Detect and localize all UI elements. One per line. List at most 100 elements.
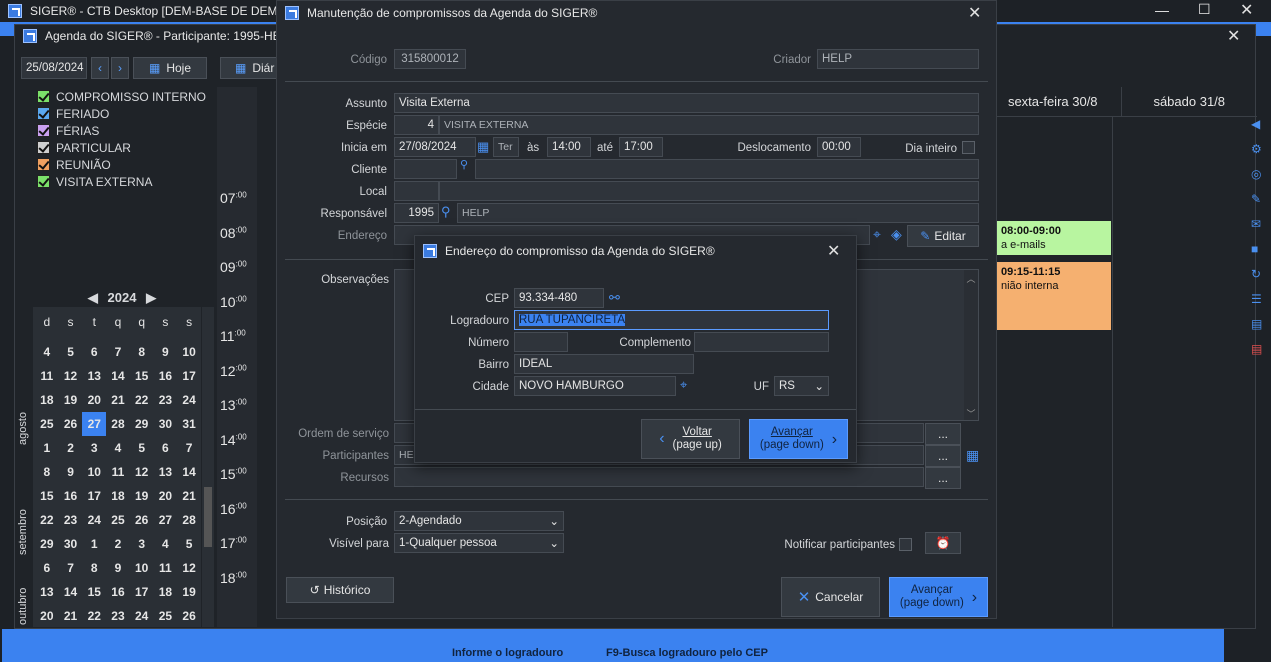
calendar-day[interactable]: 29 — [130, 412, 154, 436]
cidade-map-pin-icon[interactable]: ⌖ — [680, 377, 687, 393]
editar-button[interactable]: ✎ Editar — [907, 225, 979, 247]
calendar-day[interactable]: 11 — [154, 556, 178, 580]
day-header-saturday[interactable]: sábado 31/8 — [1122, 87, 1258, 116]
calendar-day[interactable]: 7 — [106, 340, 130, 364]
start-time-input[interactable]: 14:00 — [547, 137, 591, 157]
calendar-day[interactable]: 19 — [59, 388, 83, 412]
calendar-day[interactable]: 30 — [154, 412, 178, 436]
calendar-day[interactable]: 7 — [177, 436, 201, 460]
calendar-day[interactable]: 27 — [82, 412, 107, 436]
directions-icon[interactable]: ◈ — [891, 226, 902, 243]
calendar-day[interactable]: 3 — [130, 532, 154, 556]
calendar-day[interactable]: 8 — [82, 556, 106, 580]
agenda-date-input[interactable]: 25/08/2024 — [21, 57, 87, 79]
calendar-day[interactable]: 17 — [130, 580, 154, 604]
calendar-day[interactable]: 21 — [177, 484, 201, 508]
mini-calendar[interactable]: d s t q q s s 4 5 6 7 8 9 10 11 12 13 14 15 16 17 18 19 20 21 22 2… — [33, 307, 201, 627]
calendar-day[interactable]: 25 — [154, 604, 178, 627]
checkbox-icon[interactable] — [37, 141, 50, 154]
calendar-day[interactable]: 20 — [82, 388, 106, 412]
calendar-day[interactable]: 13 — [35, 580, 59, 604]
calendar-day[interactable]: 13 — [154, 460, 178, 484]
calendar-day[interactable]: 8 — [35, 460, 59, 484]
calendar-day[interactable]: 24 — [177, 388, 201, 412]
calendar-day[interactable]: 9 — [154, 340, 178, 364]
side-icon-6[interactable]: ■ — [1251, 237, 1265, 262]
calendar-day[interactable]: 2 — [106, 532, 130, 556]
category-item[interactable]: VISITA EXTERNA — [37, 174, 206, 191]
calendar-day[interactable]: 23 — [106, 604, 130, 627]
checkbox-icon[interactable] — [37, 175, 50, 188]
recursos-field[interactable] — [394, 467, 924, 487]
cliente-search-icon[interactable]: ⚲ — [460, 158, 468, 171]
calendar-day[interactable]: 14 — [59, 580, 83, 604]
calendar-day[interactable]: 14 — [106, 364, 130, 388]
voltar-button[interactable]: ‹ Voltar (page up) — [641, 419, 740, 459]
local-code-input[interactable] — [394, 181, 439, 201]
calendar-day[interactable]: 4 — [106, 436, 130, 460]
agenda-close-icon[interactable]: ✕ — [1227, 26, 1240, 46]
deslocamento-input[interactable]: 00:00 — [817, 137, 861, 157]
assunto-input[interactable]: Visita Externa — [394, 93, 979, 113]
calendar-day[interactable]: 5 — [59, 340, 83, 364]
calendar-day[interactable]: 12 — [59, 364, 83, 388]
calendar-day[interactable]: 18 — [154, 580, 178, 604]
category-item[interactable]: REUNIÃO — [37, 157, 206, 174]
side-icon-4[interactable]: ✎ — [1251, 187, 1265, 212]
posicao-select[interactable]: 2-Agendado ⌄ — [394, 511, 564, 531]
event-meeting[interactable]: 09:15-11:15 nião interna — [997, 262, 1111, 330]
calendar-day[interactable]: 22 — [35, 508, 59, 532]
calendar-day[interactable]: 20 — [35, 604, 59, 627]
calendar-day[interactable]: 25 — [35, 412, 59, 436]
side-icon-5[interactable]: ✉ — [1251, 212, 1265, 237]
calendar-day[interactable]: 7 — [59, 556, 83, 580]
today-button[interactable]: ▦ Hoje — [133, 57, 207, 79]
category-item[interactable]: FERIADO — [37, 106, 206, 123]
calendar-day[interactable]: 11 — [106, 460, 130, 484]
calendar-day[interactable]: 21 — [59, 604, 83, 627]
checkbox-icon[interactable] — [37, 158, 50, 171]
calendar-day[interactable]: 15 — [82, 580, 106, 604]
day-header-friday[interactable]: sexta-feira 30/8 — [985, 87, 1122, 116]
calendar-day[interactable]: 26 — [59, 412, 83, 436]
category-item[interactable]: FÉRIAS — [37, 123, 206, 140]
calendar-day[interactable]: 21 — [106, 388, 130, 412]
calendar-day[interactable]: 16 — [106, 580, 130, 604]
especie-code-input[interactable]: 4 — [394, 115, 439, 135]
view-button[interactable]: ▦ Diár — [220, 57, 280, 79]
calendar-day[interactable]: 9 — [106, 556, 130, 580]
ordem-more-button[interactable]: ... — [925, 423, 961, 445]
maximize-icon[interactable]: ☐ — [1198, 1, 1211, 18]
uf-select[interactable]: RS ⌄ — [774, 376, 829, 396]
calendar-day[interactable]: 27 — [154, 508, 178, 532]
calendar-day[interactable]: 24 — [82, 508, 106, 532]
obs-scrollbar[interactable]: ︿ ﹀ — [964, 270, 978, 420]
side-icon-2[interactable]: ⚙ — [1251, 137, 1265, 162]
calendar-day[interactable]: 25 — [106, 508, 130, 532]
date-picker-icon[interactable]: ▦ — [477, 139, 489, 155]
side-icon-1[interactable]: ◀ — [1251, 112, 1265, 137]
checkbox-icon[interactable] — [37, 90, 50, 103]
dia-inteiro-checkbox[interactable] — [962, 141, 975, 154]
cancelar-button[interactable]: ✕ Cancelar — [781, 577, 880, 617]
calendar-day[interactable]: 26 — [130, 508, 154, 532]
calendar-day[interactable]: 14 — [177, 460, 201, 484]
calendar-day[interactable]: 12 — [177, 556, 201, 580]
calendar-day[interactable]: 20 — [154, 484, 178, 508]
checkbox-icon[interactable] — [37, 107, 50, 120]
cep-input[interactable]: 93.334-480 — [514, 288, 604, 308]
calendar-day[interactable]: 19 — [130, 484, 154, 508]
calendar-day[interactable]: 16 — [59, 484, 83, 508]
calendar-day[interactable]: 9 — [59, 460, 83, 484]
recursos-more-button[interactable]: ... — [925, 467, 961, 489]
event-email[interactable]: 08:00-09:00 a e-mails — [997, 221, 1111, 255]
calendar-day[interactable]: 26 — [177, 604, 201, 627]
side-icon-3[interactable]: ◎ — [1251, 162, 1265, 187]
calendar-day[interactable]: 23 — [154, 388, 178, 412]
category-item[interactable]: COMPROMISSO INTERNO — [37, 89, 206, 106]
calendar-day[interactable]: 28 — [177, 508, 201, 532]
side-icon-7[interactable]: ↻ — [1251, 262, 1265, 287]
calendar-day[interactable]: 8 — [130, 340, 154, 364]
calendar-day[interactable]: 5 — [177, 532, 201, 556]
calendar-day[interactable]: 15 — [35, 484, 59, 508]
